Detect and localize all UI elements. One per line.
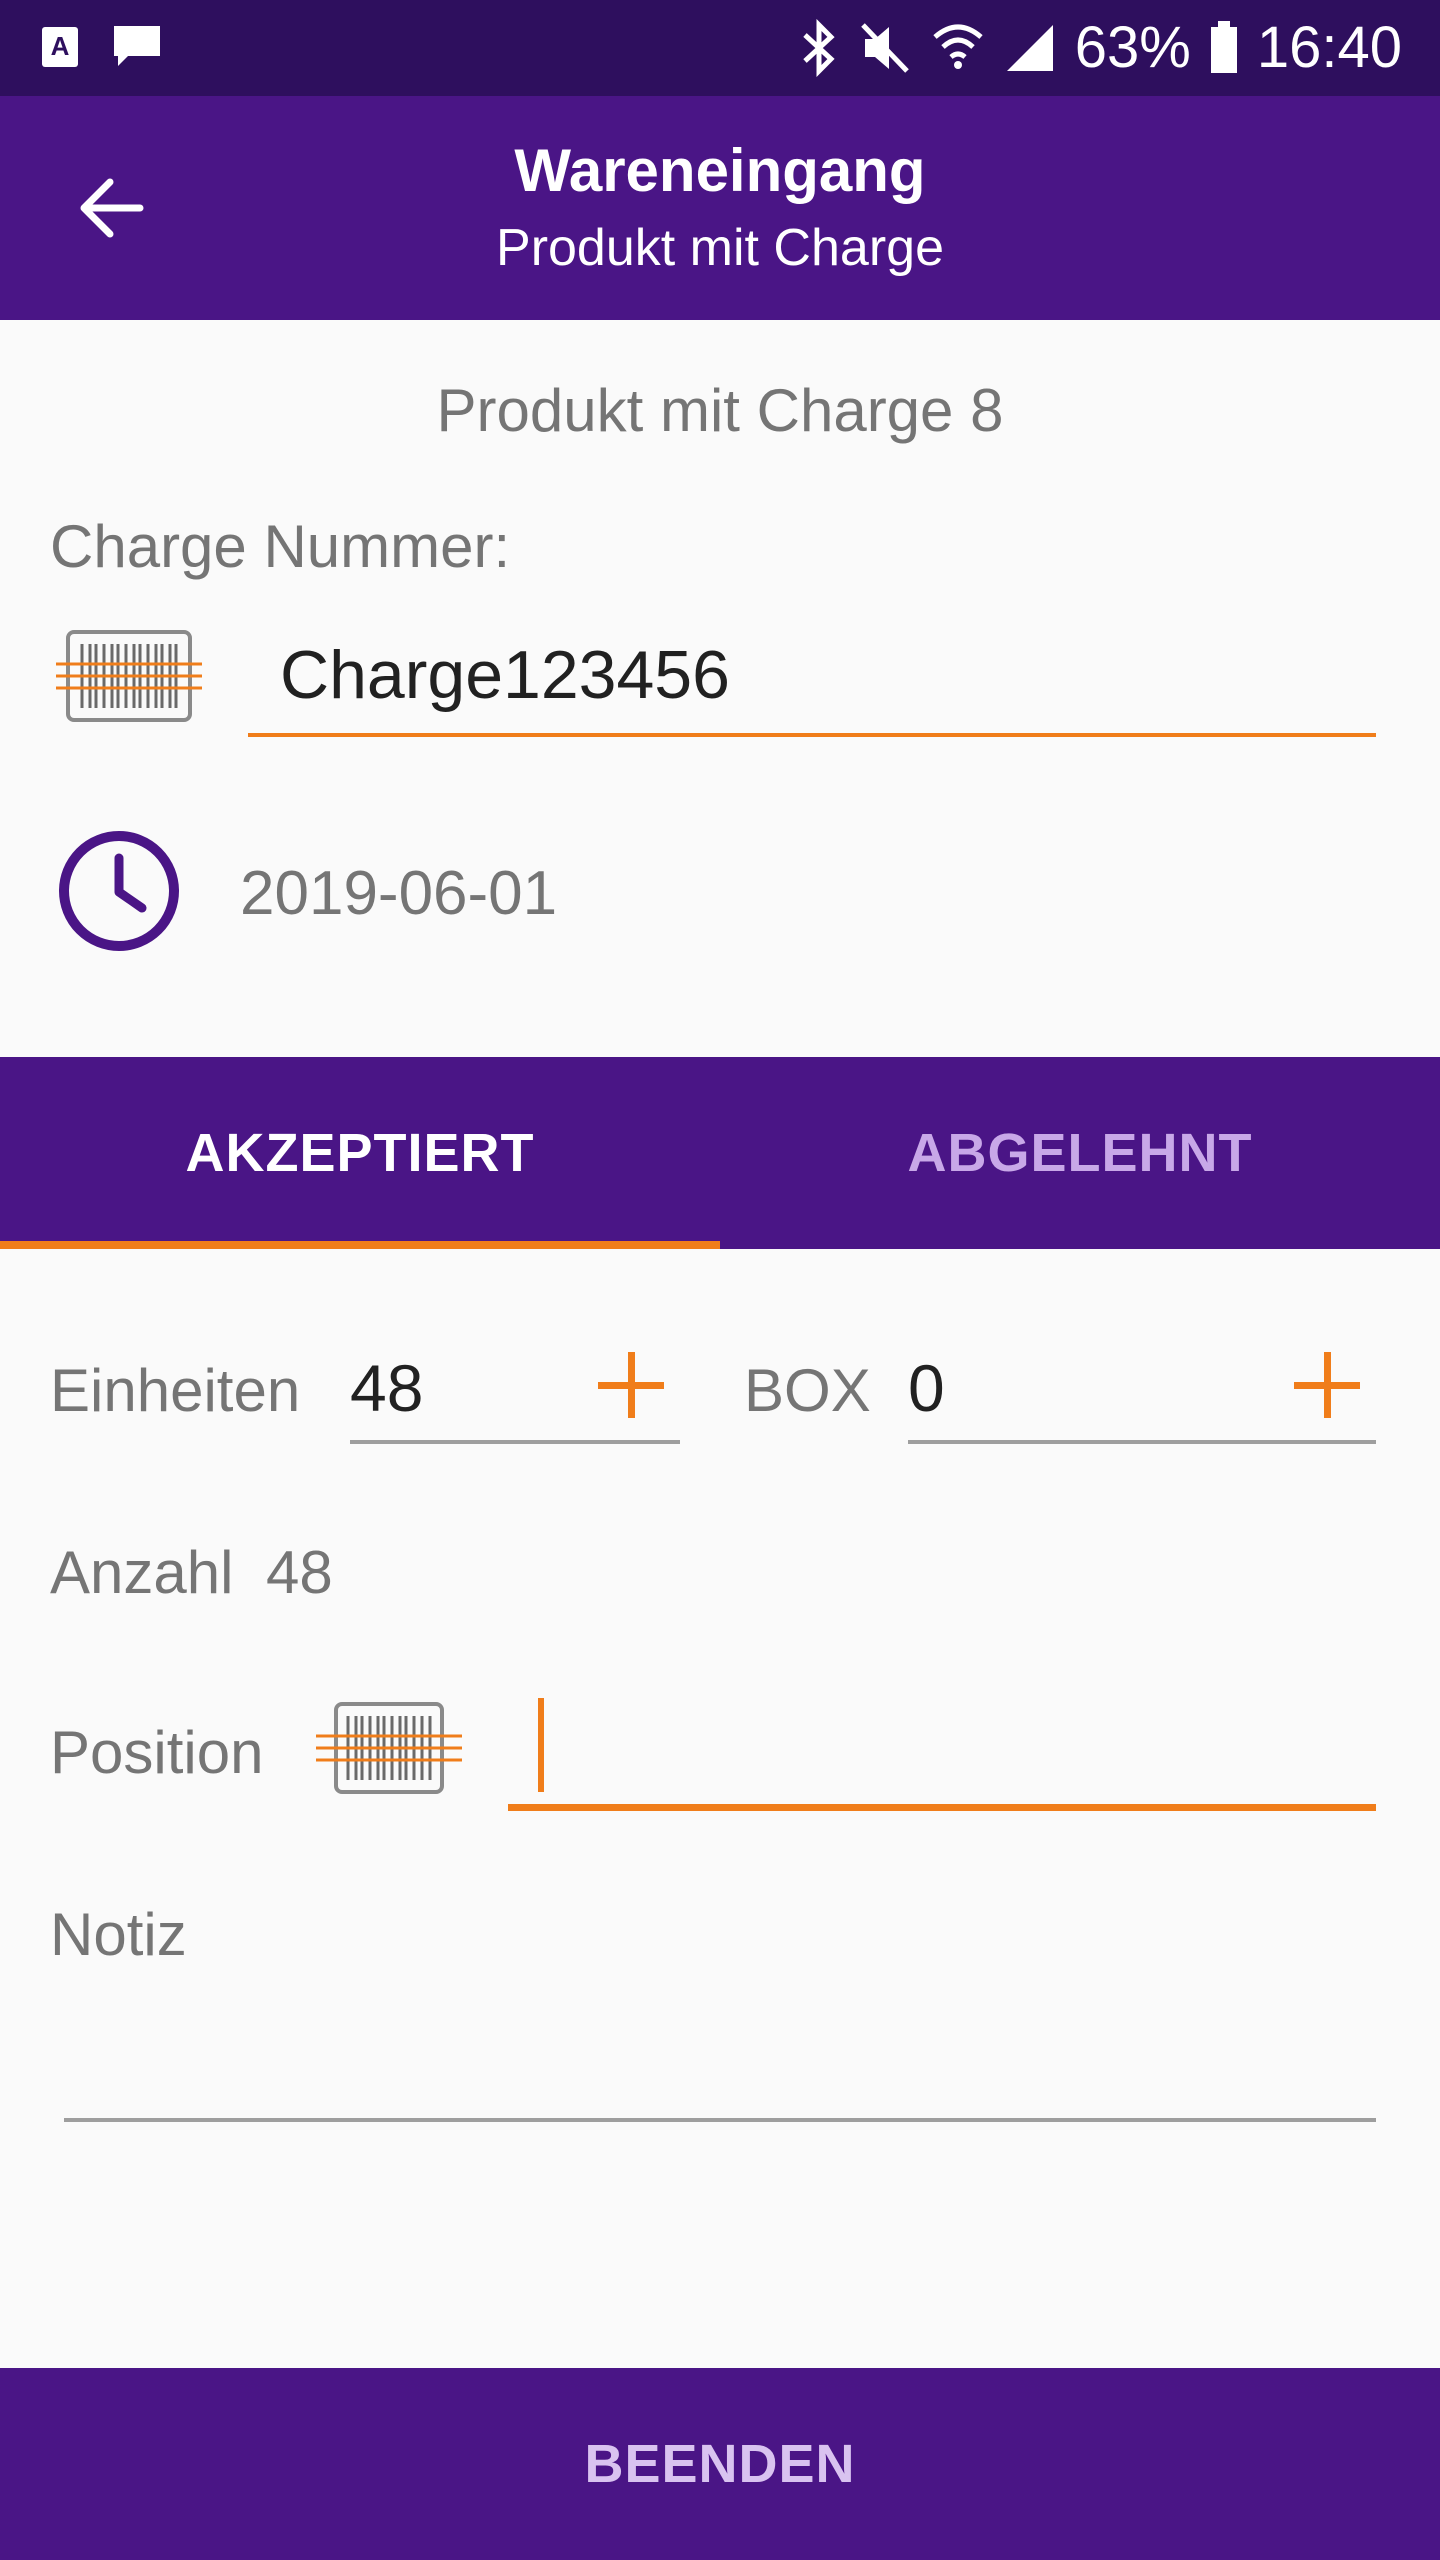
charge-number-label: Charge Nummer: bbox=[50, 513, 511, 580]
count-value: 48 bbox=[266, 1539, 333, 1606]
charge-number-field[interactable]: Charge123456 bbox=[280, 636, 730, 714]
signal-icon bbox=[1003, 19, 1057, 77]
tab-accepted[interactable]: AKZEPTIERT bbox=[0, 1057, 720, 1249]
expiry-date[interactable]: 2019-06-01 bbox=[240, 858, 557, 929]
tab-rejected[interactable]: ABGELEHNT bbox=[720, 1057, 1440, 1249]
barcode-scanner-icon bbox=[316, 1702, 462, 1794]
status-bar: A 63% 16:40 bbox=[0, 0, 1440, 96]
app-a-icon: A bbox=[40, 25, 80, 69]
units-label: Einheiten bbox=[50, 1357, 301, 1424]
mute-icon bbox=[859, 19, 913, 77]
box-plus-button[interactable] bbox=[1292, 1350, 1362, 1420]
box-field[interactable]: 0 bbox=[908, 1350, 945, 1426]
clock-icon[interactable] bbox=[58, 830, 180, 952]
wifi-icon bbox=[931, 19, 985, 77]
units-field[interactable]: 48 bbox=[350, 1350, 423, 1426]
units-underline bbox=[350, 1440, 680, 1444]
battery-icon bbox=[1209, 20, 1239, 75]
count-label: Anzahl bbox=[50, 1539, 234, 1606]
note-underline bbox=[64, 2118, 1376, 2122]
position-label: Position bbox=[50, 1719, 264, 1786]
finish-button[interactable]: BEENDEN bbox=[0, 2368, 1440, 2560]
charge-scan-button[interactable] bbox=[54, 628, 204, 729]
clock-time: 16:40 bbox=[1256, 15, 1402, 80]
page-subtitle: Produkt mit Charge bbox=[496, 219, 944, 277]
app-bar: Wareneingang Produkt mit Charge bbox=[0, 96, 1440, 320]
text-cursor bbox=[538, 1698, 544, 1792]
svg-text:A: A bbox=[51, 31, 70, 61]
tab-indicator bbox=[0, 1241, 720, 1249]
position-underline bbox=[508, 1804, 1376, 1811]
bluetooth-icon bbox=[797, 18, 841, 77]
charge-number-underline bbox=[248, 733, 1376, 737]
units-plus-button[interactable] bbox=[596, 1350, 666, 1420]
box-underline bbox=[908, 1440, 1376, 1444]
product-name: Produkt mit Charge 8 bbox=[436, 377, 1004, 444]
battery-percent: 63% bbox=[1074, 15, 1191, 80]
message-icon bbox=[110, 22, 164, 72]
tab-bar: AKZEPTIERT ABGELEHNT bbox=[0, 1057, 1440, 1249]
barcode-scanner-icon bbox=[56, 630, 202, 722]
box-label: BOX bbox=[744, 1357, 871, 1424]
page-title: Wareneingang bbox=[514, 137, 926, 204]
note-label: Notiz bbox=[50, 1901, 187, 1968]
position-scan-button[interactable] bbox=[314, 1700, 464, 1801]
